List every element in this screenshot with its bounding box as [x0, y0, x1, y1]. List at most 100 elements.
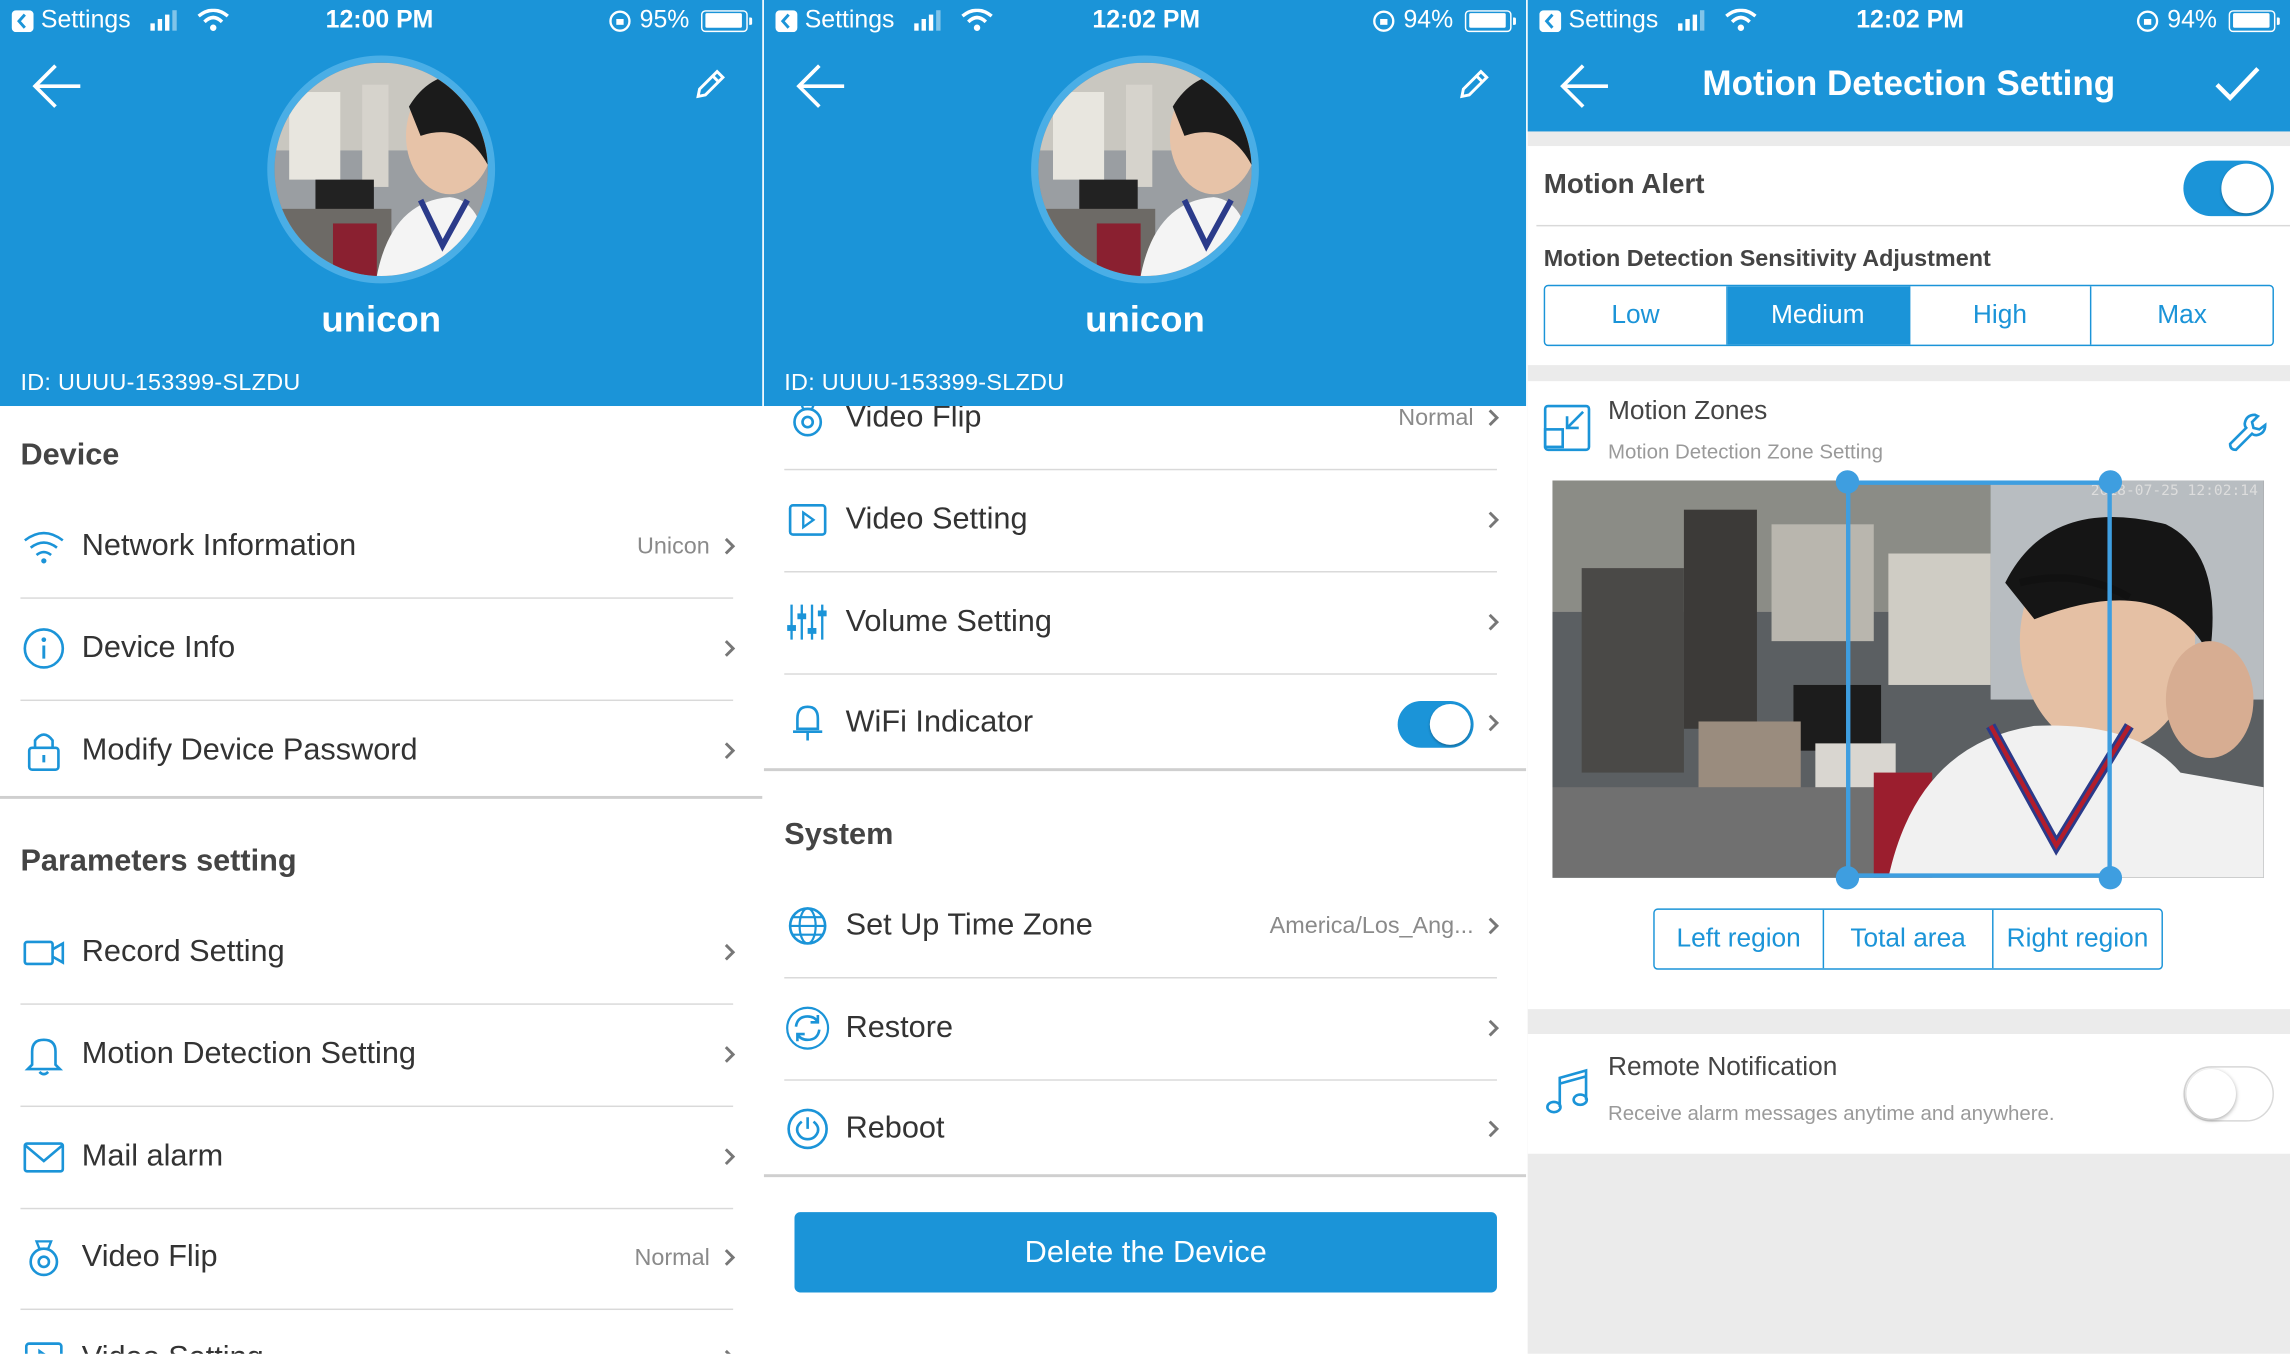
motion-zones-title: Motion Zones [1607, 395, 1768, 425]
video-setting-icon [788, 504, 827, 536]
back-app-label: Settings [1568, 5, 1659, 34]
device-header [0, 0, 763, 407]
row-label: Modify Device Password [81, 733, 418, 767]
clock: 12:02 PM [1092, 5, 1201, 34]
row-wifi-indicator[interactable]: WiFi Indicator [764, 673, 1526, 775]
chevron-right-icon [1488, 1120, 1500, 1138]
row-network-information[interactable]: Network Information Unicon [0, 497, 762, 599]
delete-device-button[interactable]: Delete the Device [794, 1212, 1497, 1293]
back-to-settings[interactable]: Settings [1539, 6, 1658, 35]
signal-icon [914, 10, 941, 31]
motion-zone-selection[interactable] [1846, 480, 2112, 878]
chevron-right-icon [724, 1349, 731, 1354]
chevron-right-icon [724, 1046, 736, 1063]
sensitivity-segmented-control: Low Medium High Max [1543, 284, 2274, 347]
chevron-right-icon [724, 943, 736, 961]
zone-handle-top-left[interactable] [1835, 470, 1860, 494]
row-label: Volume Setting [845, 604, 1052, 639]
chevron-right-icon [1488, 511, 1500, 529]
section-divider [0, 795, 763, 799]
zone-handle-bottom-left[interactable] [1835, 866, 1860, 890]
back-app-label: Settings [40, 5, 131, 34]
device-avatar [267, 55, 496, 284]
wrench-icon[interactable] [2226, 410, 2270, 454]
volume-sliders-icon [787, 604, 827, 640]
device-name: unicon [321, 299, 442, 341]
section-divider [763, 1174, 1527, 1178]
chevron-right-icon [724, 640, 736, 657]
left-region-button[interactable]: Left region [1655, 909, 1825, 969]
row-device-info[interactable]: Device Info [0, 599, 762, 702]
zone-resize-icon [1543, 404, 1591, 452]
row-volume-setting[interactable]: Volume Setting [764, 573, 1526, 675]
wifi-status-icon [961, 8, 993, 31]
back-arrow-icon[interactable] [796, 63, 846, 110]
video-camera-icon [23, 940, 65, 966]
back-app-icon [775, 9, 798, 32]
back-to-settings[interactable]: Settings [11, 5, 131, 35]
remote-notification-subtitle: Receive alarm messages anytime and anywh… [1607, 1101, 2055, 1125]
row-label: Set Up Time Zone [845, 908, 1093, 942]
chevron-right-icon [1488, 613, 1500, 631]
wifi-icon [24, 531, 64, 564]
back-arrow-icon[interactable] [32, 63, 82, 110]
row-label: Reboot [845, 1111, 945, 1146]
parameters-section-title: Parameters setting [20, 844, 297, 878]
device-settings-screen-top: Settings 12:00 PM 95% unicon ID: UUUU-15… [0, 0, 763, 1354]
edit-pencil-icon[interactable] [1456, 67, 1491, 102]
camera-preview[interactable]: 2018-07-25 12:02:14 [1552, 470, 2264, 890]
bulb-icon [793, 705, 823, 741]
zone-handle-top-right[interactable] [2098, 470, 2123, 494]
wifi-indicator-toggle[interactable] [1397, 701, 1474, 748]
device-section-title: Device [20, 438, 120, 472]
page-title: Motion Detection Setting [1702, 64, 2116, 104]
row-modify-device-password[interactable]: Modify Device Password [0, 701, 762, 803]
chevron-right-icon [1488, 714, 1500, 732]
row-video-flip[interactable]: Video Flip Normal [0, 1208, 762, 1311]
rotation-lock-icon [1373, 9, 1395, 32]
screenshot-stage: Settings 12:00 PM 95% unicon ID: UUUU-15… [0, 0, 2290, 1354]
row-record-setting[interactable]: Record Setting [0, 903, 762, 1005]
row-label: Record Setting [81, 934, 285, 969]
total-area-button[interactable]: Total area [1824, 909, 1994, 969]
row-reboot[interactable]: Reboot [764, 1079, 1526, 1181]
music-note-icon [1546, 1068, 1589, 1114]
row-motion-detection-setting[interactable]: Motion Detection Setting [0, 1005, 762, 1108]
system-section-title: System [784, 817, 894, 852]
clock: 12:00 PM [325, 5, 434, 34]
wifi-status-icon [1725, 8, 1757, 31]
chevron-right-icon [1488, 409, 1500, 427]
back-to-settings[interactable]: Settings [775, 6, 894, 35]
signal-icon [150, 10, 177, 31]
row-restore[interactable]: Restore [764, 979, 1526, 1081]
row-video-setting-partial[interactable]: Video Setting [0, 1309, 762, 1354]
battery-icon [1464, 9, 1516, 32]
device-settings-screen-bottom: Video Flip Normal Settings 12:02 PM 94% … [763, 0, 1527, 1354]
row-label: Device Info [81, 630, 236, 665]
remote-notification-toggle[interactable] [2183, 1066, 2274, 1122]
sensitivity-option-max[interactable]: Max [2092, 286, 2273, 344]
row-video-setting[interactable]: Video Setting [764, 470, 1526, 573]
sensitivity-option-low[interactable]: Low [1545, 286, 1728, 345]
row-value: Unicon [637, 534, 710, 560]
row-value: Normal [1398, 406, 1474, 431]
motion-alert-label: Motion Alert [1543, 169, 1705, 201]
zone-handle-bottom-right[interactable] [2098, 866, 2123, 890]
chevron-right-icon [1488, 1019, 1500, 1037]
edit-pencil-icon[interactable] [692, 67, 727, 102]
flip-camera-icon [29, 1240, 59, 1277]
sensitivity-label: Motion Detection Sensitivity Adjustment [1543, 246, 1991, 272]
sensitivity-option-high[interactable]: High [1910, 286, 2092, 345]
bell-icon [24, 1038, 64, 1076]
device-avatar [1031, 55, 1259, 284]
motion-alert-toggle[interactable] [2183, 160, 2274, 217]
sensitivity-option-medium[interactable]: Medium [1727, 286, 1910, 345]
back-app-icon [1539, 9, 1562, 32]
toggle-knob [2221, 163, 2272, 214]
section-divider [763, 768, 1527, 772]
right-region-button[interactable]: Right region [1994, 910, 2162, 968]
row-mail-alarm[interactable]: Mail alarm [0, 1107, 762, 1210]
remote-notification-title: Remote Notification [1607, 1051, 1838, 1081]
row-set-up-time-zone[interactable]: Set Up Time Zone America/Los_Ang... [764, 876, 1526, 979]
confirm-check-icon[interactable] [2214, 64, 2261, 105]
